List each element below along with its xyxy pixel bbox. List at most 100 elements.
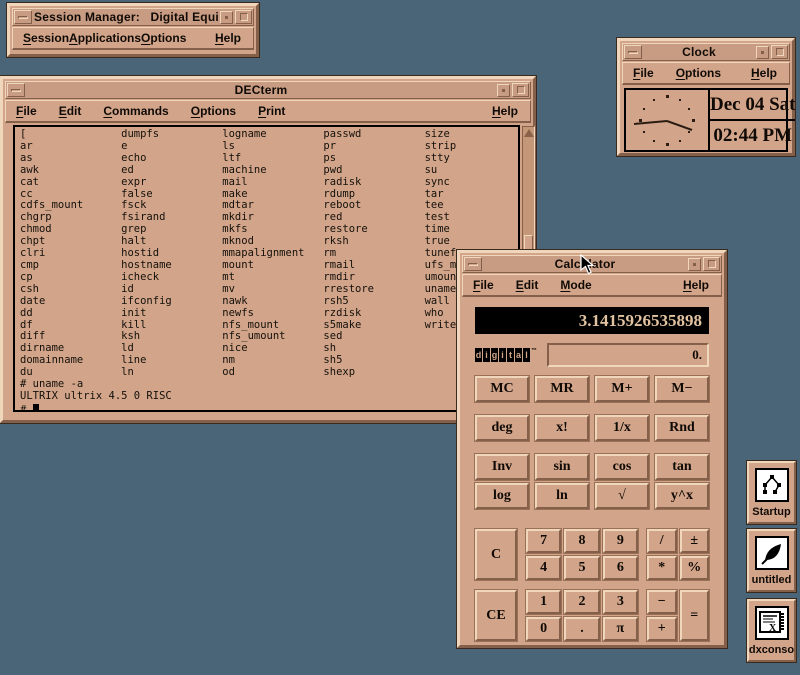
menu-item-help[interactable]: Help — [492, 104, 518, 118]
calc-key-8[interactable]: 8 — [564, 529, 599, 553]
window-menu-button[interactable] — [7, 83, 25, 97]
scrollbar-up-icon[interactable] — [524, 129, 534, 137]
maximize-button[interactable] — [512, 83, 529, 97]
menu-item-file[interactable]: File — [16, 104, 37, 118]
minimize-icon — [225, 16, 228, 19]
menu-item-file[interactable]: File — [473, 278, 494, 292]
calc-key-tan[interactable]: tan — [655, 454, 709, 480]
session-manager-titlebar[interactable]: Session Manager: Digital Equipment — [12, 8, 254, 26]
brand-row: digital ™ 0. — [475, 343, 709, 367]
menu-item-print[interactable]: Print — [258, 104, 285, 118]
svg-text:X: X — [769, 623, 777, 634]
calc-key-2[interactable]: 2 — [564, 590, 599, 614]
calc-key-√[interactable]: √ — [595, 483, 649, 509]
calc-key-M+[interactable]: M+ — [595, 376, 649, 402]
paint-leaf-icon — [755, 536, 789, 570]
window-menu-icon — [628, 51, 638, 54]
calc-key-.[interactable]: . — [564, 617, 599, 641]
calc-key-M−[interactable]: M− — [655, 376, 709, 402]
function-button-row: degx!1/xRnd — [475, 415, 709, 441]
calc-key-deg[interactable]: deg — [475, 415, 529, 441]
calc-key-/[interactable]: / — [647, 529, 677, 553]
menu-item-help[interactable]: Help — [215, 31, 241, 45]
desktop-icon-startup[interactable]: Startup — [747, 461, 796, 524]
maximize-button[interactable] — [703, 257, 720, 271]
clock-time: 02:44 PM — [710, 121, 795, 150]
calc-key-CE[interactable]: CE — [475, 590, 517, 641]
calc-key-9[interactable]: 9 — [603, 529, 638, 553]
menu-item-commands[interactable]: Commands — [103, 104, 168, 118]
calc-key-x![interactable]: x! — [535, 415, 589, 441]
menu-item-options[interactable]: Options — [141, 31, 186, 45]
calc-key-=[interactable]: = — [680, 590, 710, 641]
calc-key-C[interactable]: C — [475, 529, 517, 580]
maximize-button[interactable] — [771, 45, 788, 59]
decterm-titlebar[interactable]: DECterm — [5, 81, 531, 99]
clock-titlebar[interactable]: Clock — [622, 43, 790, 61]
menu-item-options[interactable]: Options — [191, 104, 236, 118]
calc-key-%[interactable]: % — [680, 556, 710, 580]
minimize-button[interactable] — [497, 84, 510, 97]
minimize-button[interactable] — [756, 46, 769, 59]
analog-clock — [626, 90, 710, 150]
calc-key-cos[interactable]: cos — [595, 454, 649, 480]
calc-key-Inv[interactable]: Inv — [475, 454, 529, 480]
calc-key-ln[interactable]: ln — [535, 483, 589, 509]
calc-key-+[interactable]: + — [647, 617, 677, 641]
calc-key-4[interactable]: 4 — [526, 556, 561, 580]
calc-key-0[interactable]: 0 — [526, 617, 561, 641]
minimize-button[interactable] — [220, 11, 233, 24]
calc-key-MR[interactable]: MR — [535, 376, 589, 402]
memory-button-row: MCMRM+M− — [475, 376, 709, 402]
calc-key-Rnd[interactable]: Rnd — [655, 415, 709, 441]
operators-top-grid: /±*% — [647, 529, 709, 580]
digital-logo-letter: l — [523, 348, 530, 362]
minimize-icon — [693, 263, 696, 266]
maximize-icon — [517, 86, 525, 94]
console-window-icon: X — [755, 606, 789, 640]
scientific-button-rows: Invsincostan logln√y^x — [475, 454, 709, 509]
terminal-screen[interactable]: [ dumpfs logname passwd size ar e ls pr … — [13, 125, 520, 412]
decterm-title: DECterm — [27, 83, 495, 97]
menu-item-edit[interactable]: Edit — [59, 104, 82, 118]
window-menu-icon — [468, 263, 478, 266]
maximize-icon — [708, 260, 716, 268]
menu-item-help[interactable]: Help — [683, 278, 709, 292]
minimize-button[interactable] — [688, 258, 701, 271]
window-menu-button[interactable] — [14, 10, 32, 24]
session-manager-menubar: SessionApplicationsOptions Help — [12, 27, 254, 50]
calc-key-MC[interactable]: MC — [475, 376, 529, 402]
menu-item-help[interactable]: Help — [751, 66, 777, 80]
menu-item-session[interactable]: Session — [23, 31, 69, 45]
calc-key-6[interactable]: 6 — [603, 556, 638, 580]
calc-key-1/x[interactable]: 1/x — [595, 415, 649, 441]
calc-key-log[interactable]: log — [475, 483, 529, 509]
menu-item-options[interactable]: Options — [676, 66, 721, 80]
calc-key-7[interactable]: 7 — [526, 529, 561, 553]
calculator-body: 3.1415926535898 digital ™ 0. MCMRM+M− de… — [462, 307, 722, 641]
calc-key-1[interactable]: 1 — [526, 590, 561, 614]
menu-item-file[interactable]: File — [633, 66, 654, 80]
icon-label: dxconso — [749, 644, 794, 656]
clock-date: Dec 04 Sat — [710, 90, 795, 121]
calc-key-π[interactable]: π — [603, 617, 638, 641]
calc-key-±[interactable]: ± — [680, 529, 710, 553]
calc-key-sin[interactable]: sin — [535, 454, 589, 480]
window-menu-button[interactable] — [464, 257, 482, 271]
icon-label: untitled — [752, 574, 792, 586]
calc-key-5[interactable]: 5 — [564, 556, 599, 580]
calc-key-3[interactable]: 3 — [603, 590, 638, 614]
calculator-menubar: File Edit Mode Help — [462, 274, 722, 297]
minimize-icon — [502, 89, 505, 92]
calc-key-y^x[interactable]: y^x — [655, 483, 709, 509]
menu-item-edit[interactable]: Edit — [516, 278, 539, 292]
calc-key-−[interactable]: − — [647, 590, 677, 614]
window-menu-button[interactable] — [624, 45, 642, 59]
menu-item-mode[interactable]: Mode — [560, 278, 591, 292]
terminal-cursor — [33, 404, 39, 412]
maximize-button[interactable] — [235, 10, 252, 24]
menu-item-applications[interactable]: Applications — [69, 31, 141, 45]
calc-key-*[interactable]: * — [647, 556, 677, 580]
desktop-icon-untitled[interactable]: untitled — [747, 529, 796, 592]
desktop-icon-dxconsole[interactable]: X dxconso — [747, 599, 796, 662]
